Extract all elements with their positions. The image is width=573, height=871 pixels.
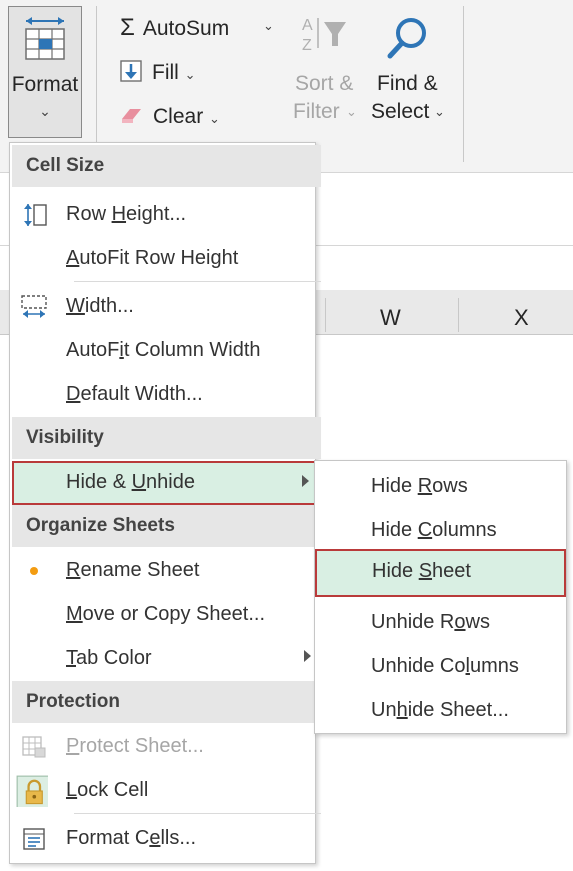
column-separator: [325, 298, 326, 332]
unhide-rows-item[interactable]: Unhide Rows: [317, 601, 564, 645]
autofit-column-width-label: AutoFit Column Width: [66, 339, 261, 361]
autofit-row-height-item[interactable]: AutoFit Row Height: [12, 237, 321, 281]
lock-icon: [16, 775, 48, 807]
autofit-column-width-item[interactable]: AutoFit Column Width: [12, 329, 321, 373]
autofit-row-height-label: AutoFit Row Height: [66, 247, 239, 269]
column-header-x[interactable]: X: [514, 305, 529, 331]
hide-unhide-item[interactable]: Hide & Unhide: [12, 461, 321, 505]
format-button[interactable]: Format ⌄: [8, 6, 82, 138]
rename-sheet-item[interactable]: Rename Sheet: [12, 549, 321, 593]
format-cells-item[interactable]: Format Cells...: [12, 817, 321, 861]
menu-divider: [74, 281, 321, 282]
clear-label: Clear: [153, 105, 204, 128]
column-width-icon: [21, 295, 47, 318]
section-visibility: Visibility: [12, 417, 321, 459]
find-select-label: Find &: [377, 72, 438, 95]
section-protection: Protection: [12, 681, 321, 723]
column-separator: [458, 298, 459, 332]
chevron-down-icon: ⌄: [346, 104, 357, 119]
sigma-icon: Σ: [120, 14, 135, 41]
unhide-columns-label: Unhide Columns: [371, 655, 519, 677]
eraser-icon: [122, 109, 141, 123]
chevron-down-icon: ⌄: [209, 111, 220, 126]
magnifier-icon: [387, 18, 426, 59]
section-organize-sheets: Organize Sheets: [12, 505, 321, 547]
format-cells-label: Format Cells...: [66, 827, 197, 849]
sort-filter-label: Sort &: [295, 72, 354, 95]
clear-button[interactable]: Clear ⌄: [120, 105, 220, 129]
format-label: Format: [11, 73, 79, 96]
autosum-label: AutoSum: [142, 17, 230, 40]
default-width-label: Default Width...: [66, 383, 203, 405]
chevron-right-icon: [302, 475, 309, 487]
lock-cell-item[interactable]: Lock Cell: [12, 769, 321, 813]
hide-columns-label: Hide Columns: [371, 519, 497, 541]
sort-filter-button[interactable]: A Z Sort & Filter ⌄: [290, 12, 360, 132]
svg-text:A: A: [302, 17, 313, 34]
protect-sheet-label: Protect Sheet...: [66, 735, 204, 757]
sort-filter-icon: A Z: [302, 17, 346, 54]
format-cells-icon: [25, 17, 65, 60]
chevron-down-icon: ⌄: [434, 104, 445, 119]
row-height-label: Row Height...: [66, 203, 187, 225]
autosum-button[interactable]: Σ AutoSum: [120, 14, 229, 42]
unhide-columns-item[interactable]: Unhide Columns: [317, 645, 564, 689]
ribbon-group-separator: [463, 6, 464, 162]
find-select-label-2: Select: [371, 100, 430, 123]
hide-unhide-submenu: Hide Rows Hide Columns Hide Sheet Unhide…: [314, 460, 567, 734]
column-header-w[interactable]: W: [380, 305, 401, 331]
hide-sheet-item[interactable]: Hide Sheet: [315, 549, 566, 597]
find-select-button[interactable]: Find & Select ⌄: [368, 12, 452, 132]
sort-filter-label-2: Filter: [293, 100, 340, 123]
chevron-right-icon: [304, 650, 311, 662]
unhide-rows-label: Unhide Rows: [371, 611, 490, 633]
unhide-sheet-item[interactable]: Unhide Sheet...: [317, 689, 564, 733]
default-width-item[interactable]: Default Width...: [12, 373, 321, 417]
rename-sheet-label: Rename Sheet: [66, 559, 200, 581]
format-dropdown-menu: Cell Size Row Height... AutoFit Row Heig…: [9, 142, 321, 864]
move-copy-sheet-label: Move or Copy Sheet...: [66, 603, 265, 625]
hide-rows-label: Hide Rows: [371, 475, 468, 497]
svg-text:Z: Z: [302, 37, 312, 54]
hide-rows-item[interactable]: Hide Rows: [317, 465, 564, 509]
menu-divider: [74, 813, 321, 814]
unhide-sheet-label: Unhide Sheet...: [371, 699, 509, 721]
dot-icon: [30, 567, 38, 575]
protect-sheet-icon: [22, 736, 46, 758]
section-cell-size: Cell Size: [12, 145, 321, 187]
width-label: Width...: [66, 295, 134, 317]
tab-color-item[interactable]: Tab Color: [12, 637, 321, 681]
fill-button[interactable]: Fill ⌄: [120, 60, 196, 85]
fill-down-icon: [120, 60, 142, 82]
width-item[interactable]: Width...: [12, 285, 321, 329]
ribbon-group-separator: [96, 6, 97, 162]
row-height-item[interactable]: Row Height...: [12, 193, 321, 237]
row-height-icon: [24, 204, 47, 226]
chevron-down-icon: ⌄: [184, 67, 196, 82]
chevron-down-icon[interactable]: ⌄: [263, 18, 274, 34]
chevron-down-icon: ⌄: [39, 103, 51, 119]
hide-unhide-label: Hide & Unhide: [66, 471, 195, 493]
format-cells-dialog-icon: [23, 828, 45, 850]
fill-label: Fill: [152, 61, 179, 84]
protect-sheet-item[interactable]: Protect Sheet...: [12, 725, 321, 769]
hide-columns-item[interactable]: Hide Columns: [317, 509, 564, 553]
move-copy-sheet-item[interactable]: Move or Copy Sheet...: [12, 593, 321, 637]
hide-sheet-label: Hide Sheet: [372, 560, 471, 582]
tab-color-label: Tab Color: [66, 647, 152, 669]
lock-cell-label: Lock Cell: [66, 779, 149, 801]
